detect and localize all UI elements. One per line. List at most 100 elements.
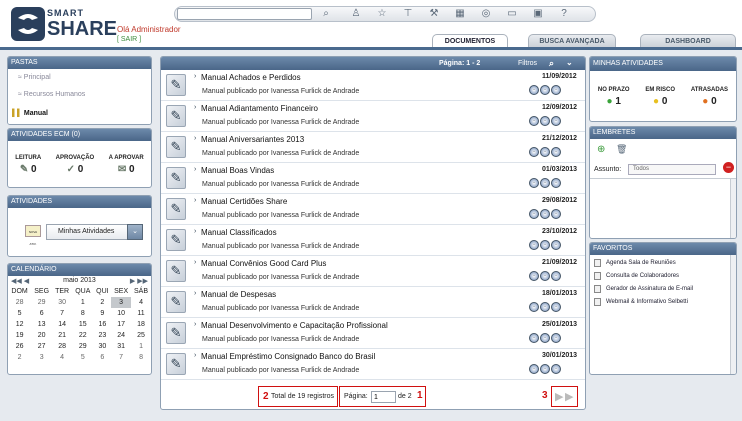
document-icon[interactable]: ✎ — [166, 229, 186, 251]
favorite-item[interactable]: Webmail & Informativo Selbetti — [590, 297, 736, 307]
calendar-day[interactable]: 6 — [94, 352, 112, 363]
info-icon[interactable]: ◦ — [551, 116, 561, 126]
calendar-day[interactable]: 28 — [52, 341, 72, 352]
calendar-day[interactable]: 15 — [72, 319, 94, 330]
download-icon[interactable]: ◦ — [540, 302, 550, 312]
document-icon[interactable]: ✎ — [166, 74, 186, 96]
info-icon[interactable]: ◦ — [551, 85, 561, 95]
document-title[interactable]: Manual Boas Vindas — [201, 166, 274, 175]
search-input[interactable] — [177, 8, 312, 20]
calendar-day[interactable]: 5 — [72, 352, 94, 363]
download-icon[interactable]: ◦ — [540, 85, 550, 95]
calendar-day[interactable]: 17 — [111, 319, 131, 330]
info-icon[interactable]: ◦ — [551, 302, 561, 312]
table-row[interactable]: ✎ › Manual Convênios Good Card Plus Manual … — [161, 256, 585, 287]
info-icon[interactable]: ◦ — [551, 333, 561, 343]
help-round-icon[interactable]: ◎ — [480, 8, 492, 20]
expand-icon[interactable]: › — [194, 166, 196, 173]
document-title[interactable]: Manual Classificados — [201, 228, 277, 237]
people-icon[interactable]: ♙ — [350, 8, 362, 20]
document-icon[interactable]: ✎ — [166, 167, 186, 189]
download-icon[interactable]: ◦ — [540, 271, 550, 281]
calendar-day[interactable]: 2 — [94, 297, 112, 308]
document-icon[interactable]: ✎ — [166, 105, 186, 127]
expand-icon[interactable]: › — [194, 290, 196, 297]
add-icon[interactable]: ⊕ — [597, 144, 605, 155]
document-title[interactable]: Manual Certidões Share — [201, 197, 287, 206]
question-icon[interactable]: ? — [558, 8, 570, 20]
calendar-day[interactable]: 29 — [31, 297, 52, 308]
chevron-down-icon[interactable]: ⌄ — [566, 58, 573, 67]
a-aprovar-counter[interactable]: A APROVAR ✉ 0 — [109, 155, 144, 175]
document-title[interactable]: Manual Adiantamento Financeiro — [201, 104, 318, 113]
calendar-day[interactable]: 27 — [31, 341, 52, 352]
search-icon[interactable]: ⌕ — [549, 58, 554, 69]
aprovacao-counter[interactable]: APROVAÇÃO ✓ 0 — [56, 155, 95, 175]
favorite-item[interactable]: Gerador de Assinatura de E-mail — [590, 284, 736, 294]
info-icon[interactable]: ◦ — [551, 209, 561, 219]
last-page-icon[interactable]: ▶ — [565, 390, 573, 403]
search-icon[interactable]: ⌕ — [320, 8, 332, 20]
view-icon[interactable]: ◦ — [529, 85, 539, 95]
table-row[interactable]: ✎ › Manual Empréstimo Consignado Banco do … — [161, 349, 585, 380]
new-activity-icon[interactable]: NOVA ATIV. — [25, 225, 41, 246]
expand-icon[interactable]: › — [194, 228, 196, 235]
view-icon[interactable]: ◦ — [529, 302, 539, 312]
calendar-day[interactable]: 18 — [131, 319, 151, 330]
info-icon[interactable]: ◦ — [551, 178, 561, 188]
document-title[interactable]: Manual Empréstimo Consignado Banco do Br… — [201, 352, 375, 361]
favorite-item[interactable]: Consulta de Colaboradores — [590, 271, 736, 281]
calendar-day[interactable]: 13 — [31, 319, 52, 330]
download-icon[interactable]: ◦ — [540, 240, 550, 250]
expand-icon[interactable]: › — [194, 259, 196, 266]
info-icon[interactable]: ◦ — [551, 147, 561, 157]
document-title[interactable]: Manual de Despesas — [201, 290, 276, 299]
expand-icon[interactable]: › — [194, 135, 196, 142]
document-title[interactable]: Manual Desenvolvimento e Capacitação Pro… — [201, 321, 388, 330]
tab-documentos[interactable]: DOCUMENTOS — [432, 34, 508, 48]
no-prazo-counter[interactable]: NO PRAZO ● 1 — [598, 87, 630, 107]
document-title[interactable]: Manual Achados e Perdidos — [201, 73, 301, 82]
folder-item[interactable]: ≈ Principal — [8, 69, 151, 86]
filters-label[interactable]: Filtros — [518, 60, 537, 67]
calendar-day[interactable]: 2 — [8, 352, 31, 363]
calendar-day[interactable]: 21 — [52, 330, 72, 341]
calculator-icon[interactable]: ▦ — [454, 8, 466, 20]
table-row[interactable]: ✎ › Manual Aniversariantes 2013 Manual publ… — [161, 132, 585, 163]
download-icon[interactable]: ◦ — [540, 364, 550, 374]
view-icon[interactable]: ◦ — [529, 364, 539, 374]
expand-icon[interactable]: › — [194, 73, 196, 80]
download-icon[interactable]: ◦ — [540, 178, 550, 188]
logout-link[interactable]: [ SAIR ] — [117, 36, 141, 43]
trash-icon[interactable]: 🗑 — [616, 144, 627, 155]
table-row[interactable]: ✎ › Manual Certidões Share Manual publicado… — [161, 194, 585, 225]
calendar-day[interactable]: 24 — [111, 330, 131, 341]
leitura-counter[interactable]: LEITURA ✎ 0 — [15, 155, 41, 175]
calendar-day[interactable]: 5 — [8, 308, 31, 319]
calendar-day[interactable]: 7 — [111, 352, 131, 363]
table-row[interactable]: ✎ › Manual Boas Vindas Manual publicado por… — [161, 163, 585, 194]
favorite-item[interactable]: Agenda Sala de Reuniões — [590, 258, 736, 268]
page-number-input[interactable] — [371, 391, 396, 403]
calendar-day[interactable]: 8 — [131, 352, 151, 363]
calendar-day[interactable]: 22 — [72, 330, 94, 341]
next-month-icon[interactable]: ▶ ▶▶ — [130, 277, 148, 285]
expand-icon[interactable]: › — [194, 321, 196, 328]
info-icon[interactable]: ◦ — [551, 240, 561, 250]
download-icon[interactable]: ◦ — [540, 333, 550, 343]
calendar-day[interactable]: 9 — [94, 308, 112, 319]
calendar-day[interactable]: 11 — [131, 308, 151, 319]
calendar-day[interactable]: 4 — [131, 297, 151, 308]
calendar-day[interactable]: 1 — [72, 297, 94, 308]
table-row[interactable]: ✎ › Manual Desenvolvimento e Capacitação P… — [161, 318, 585, 349]
view-icon[interactable]: ◦ — [529, 240, 539, 250]
document-title[interactable]: Manual Aniversariantes 2013 — [201, 135, 304, 144]
info-icon[interactable]: ◦ — [551, 364, 561, 374]
calendar-day[interactable]: 8 — [72, 308, 94, 319]
next-page-icon[interactable]: ▶ — [555, 390, 563, 403]
tab-busca-avancada[interactable]: BUSCA AVANÇADA — [528, 34, 616, 48]
document-icon[interactable]: ✎ — [166, 260, 186, 282]
document-icon[interactable]: ✎ — [166, 136, 186, 158]
remove-icon[interactable]: − — [723, 162, 734, 173]
view-icon[interactable]: ◦ — [529, 333, 539, 343]
